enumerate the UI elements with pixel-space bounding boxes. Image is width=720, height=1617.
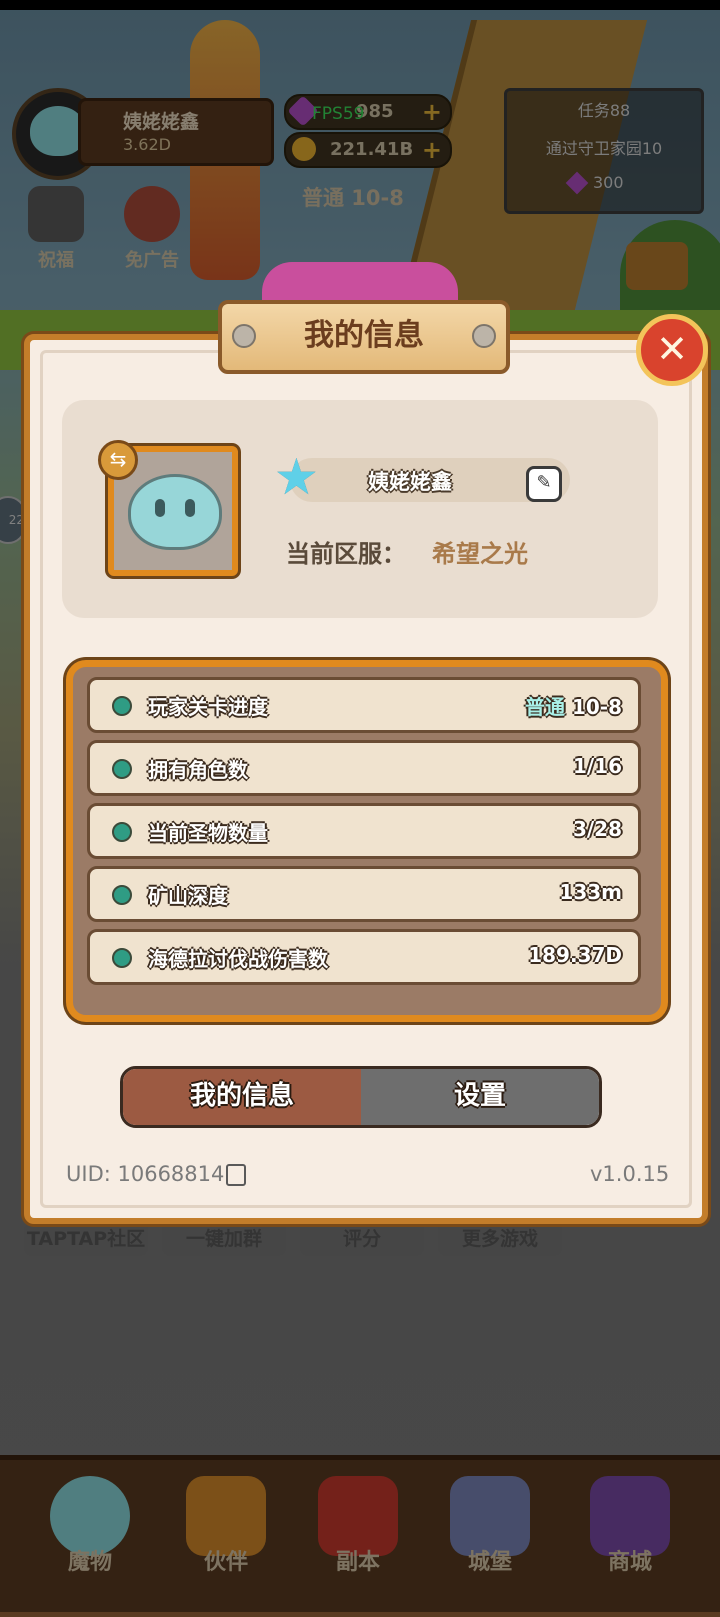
stat-value: 3/28 bbox=[572, 817, 622, 841]
bullet-icon bbox=[112, 696, 132, 716]
stat-value: 普通 10-8 bbox=[525, 691, 622, 720]
stat-row: 玩家关卡进度 普通 10-8 bbox=[87, 677, 641, 733]
eye bbox=[155, 499, 165, 517]
bullet-icon bbox=[112, 885, 132, 905]
stat-row: 海德拉讨伐战伤害数 189.37D bbox=[87, 929, 641, 985]
bullet-icon bbox=[112, 759, 132, 779]
dialog-title-text: 我的信息 bbox=[304, 318, 424, 353]
edit-icon[interactable]: ✎ bbox=[526, 466, 562, 502]
tab-my-info[interactable]: 我的信息 bbox=[123, 1069, 361, 1125]
eye bbox=[185, 499, 195, 517]
nail-icon bbox=[472, 324, 496, 348]
nail-icon bbox=[232, 324, 256, 348]
stat-label: 拥有角色数 bbox=[148, 758, 248, 782]
server-label: 当前区服： bbox=[286, 540, 406, 568]
stat-label: 海德拉讨伐战伤害数 bbox=[148, 947, 328, 971]
dialog-tabs: 我的信息 设置 bbox=[120, 1066, 602, 1128]
dialog-title: 我的信息 bbox=[218, 300, 510, 374]
server-value: 希望之光 bbox=[432, 540, 528, 568]
uid-text: UID: 10668814 bbox=[66, 1162, 225, 1186]
copy-icon[interactable] bbox=[226, 1164, 246, 1186]
stats-panel: 玩家关卡进度 普通 10-8 拥有角色数 1/16 当前圣物数量 3/28 矿山… bbox=[66, 660, 668, 1022]
stat-mode: 普通 bbox=[524, 695, 565, 719]
bullet-icon bbox=[112, 948, 132, 968]
bullet-icon bbox=[112, 822, 132, 842]
close-button[interactable]: ✕ bbox=[636, 314, 708, 386]
monster-face-icon bbox=[128, 474, 222, 550]
stat-value: 1/16 bbox=[572, 754, 622, 778]
stat-label: 矿山深度 bbox=[148, 884, 228, 908]
stat-row: 拥有角色数 1/16 bbox=[87, 740, 641, 796]
close-icon: ✕ bbox=[656, 327, 688, 371]
stat-number: 10-8 bbox=[571, 695, 622, 719]
swap-icon[interactable]: ⇆ bbox=[98, 440, 138, 480]
tab-settings[interactable]: 设置 bbox=[361, 1069, 599, 1125]
star-icon: ★ bbox=[274, 448, 319, 506]
stat-label: 玩家关卡进度 bbox=[148, 695, 268, 719]
profile-name: 姨姥姥鑫 bbox=[368, 470, 452, 494]
stat-row: 矿山深度 133m bbox=[87, 866, 641, 922]
stat-label: 当前圣物数量 bbox=[148, 821, 268, 845]
stat-value: 189.37D bbox=[528, 943, 622, 967]
stat-row: 当前圣物数量 3/28 bbox=[87, 803, 641, 859]
stat-value: 133m bbox=[559, 880, 622, 904]
version-text: v1.0.15 bbox=[590, 1162, 670, 1186]
